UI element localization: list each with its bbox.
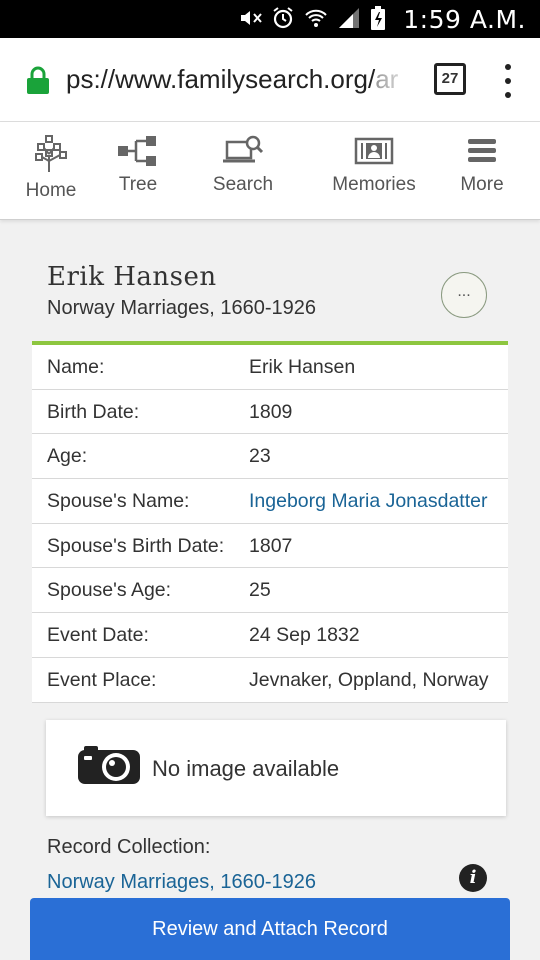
camera-icon (78, 746, 140, 784)
field-value: 25 (249, 579, 271, 602)
tree-home-icon (35, 135, 67, 172)
nav-item-search[interactable]: Search (206, 134, 280, 196)
nav-label-more: More (460, 174, 504, 195)
memories-icon (354, 137, 394, 165)
nav-label-memories: Memories (332, 174, 416, 195)
search-laptop-icon (223, 135, 264, 163)
browser-toolbar: ps://www.familysearch.org/ar 27 (0, 38, 540, 122)
more-options-button[interactable]: ... (441, 272, 487, 318)
record-details-table: Name: Erik Hansen Birth Date: 1809 Age: … (32, 345, 508, 703)
nav-label-tree: Tree (118, 174, 158, 195)
nav-item-tree[interactable]: Tree (110, 134, 166, 196)
field-value: Erik Hansen (249, 356, 356, 378)
table-row: Spouse's Name: Ingeborg Maria Jonasdatte… (32, 479, 508, 524)
info-icon[interactable]: i (459, 864, 487, 892)
menu-icon (468, 139, 496, 162)
field-value: Jevnaker, Oppland, Norway (249, 668, 489, 691)
field-label: Name: (47, 356, 105, 378)
wifi-icon (304, 6, 328, 30)
main-nav: Home Tree Search Memories More (0, 122, 540, 220)
overflow-menu-icon[interactable] (500, 64, 516, 98)
clock: 1:59 A.M. (403, 5, 526, 34)
field-value: 23 (249, 445, 271, 468)
field-label: Event Date: (47, 624, 149, 647)
lock-icon[interactable] (25, 66, 51, 94)
field-value: 24 Sep 1832 (249, 624, 360, 647)
url-field[interactable]: ps://www.familysearch.org/ar (66, 64, 416, 98)
field-label: Spouse's Birth Date: (47, 534, 225, 557)
table-row: Event Date: 24 Sep 1832 (32, 613, 508, 658)
no-image-panel: No image available (46, 720, 506, 816)
alarm-icon (271, 6, 295, 30)
url-text-faded: ar (375, 64, 399, 94)
nav-item-more[interactable]: More (454, 134, 510, 196)
table-row: Spouse's Age: 25 (32, 568, 508, 614)
battery-icon (370, 6, 394, 30)
url-text: ps://www.familysearch.org/ (66, 64, 376, 94)
record-collection-subtitle: Norway Marriages, 1660-1926 (47, 297, 317, 319)
record-collection-label: Record Collection: (47, 836, 211, 858)
record-person-name: Erik Hansen (47, 262, 217, 292)
nav-item-home[interactable]: Home (16, 134, 86, 202)
field-label: Spouse's Age: (47, 579, 172, 602)
table-row: Birth Date: 1809 (32, 390, 508, 435)
field-label: Birth Date: (47, 400, 140, 423)
mute-icon (238, 6, 262, 30)
field-value: 1807 (249, 534, 293, 557)
review-attach-button[interactable]: Review and Attach Record (30, 898, 510, 960)
table-row: Age: 23 (32, 434, 508, 480)
table-row: Spouse's Birth Date: 1807 (32, 524, 508, 569)
field-label: Age: (47, 445, 88, 468)
tab-switcher-button[interactable]: 27 (434, 63, 466, 95)
status-icons (238, 6, 394, 30)
no-image-text: No image available (152, 756, 340, 781)
tree-chart-icon (118, 136, 156, 166)
field-value: 1809 (249, 400, 293, 423)
record-collection-link[interactable]: Norway Marriages, 1660-1926 (47, 871, 316, 894)
status-bar: 1:59 A.M. (0, 0, 540, 38)
nav-label-home: Home (25, 180, 77, 201)
table-row: Name: Erik Hansen (32, 345, 508, 390)
spouse-name-link[interactable]: Ingeborg Maria Jonasdatter (249, 490, 487, 513)
table-row: Event Place: Jevnaker, Oppland, Norway (32, 658, 508, 703)
nav-label-search: Search (212, 174, 274, 195)
nav-item-memories[interactable]: Memories (324, 134, 424, 196)
field-label: Spouse's Name: (47, 490, 190, 513)
field-label: Event Place: (47, 668, 157, 691)
signal-icon (337, 6, 361, 30)
